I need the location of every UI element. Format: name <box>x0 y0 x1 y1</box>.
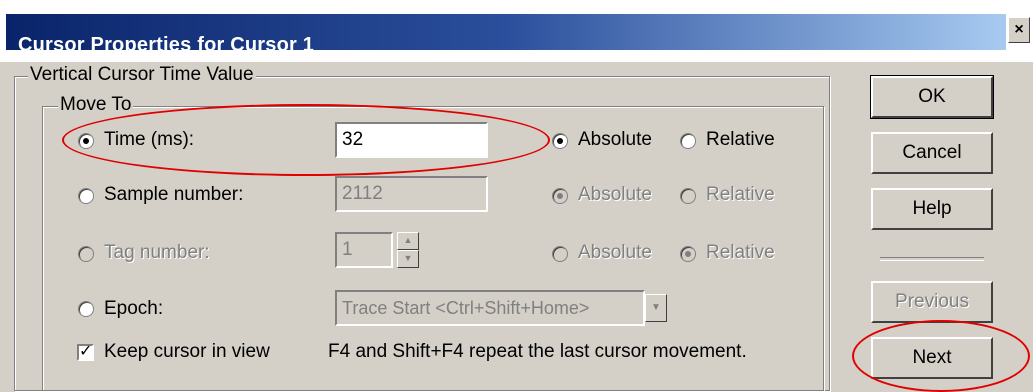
tag-label: Tag number: <box>104 242 210 263</box>
button-separator <box>880 257 984 261</box>
time-input[interactable]: 32 <box>335 122 488 158</box>
sample-radio[interactable] <box>78 188 94 204</box>
time-radio[interactable] <box>78 133 94 149</box>
window-title-bar[interactable]: Cursor Properties for Cursor 1 <box>6 14 1006 56</box>
title-bar-area: Cursor Properties for Cursor 1 × <box>0 0 1033 62</box>
tag-absolute-radio[interactable] <box>552 246 568 262</box>
epoch-label: Epoch: <box>104 298 164 319</box>
tag-absolute-label: Absolute <box>578 242 652 263</box>
time-relative-label: Relative <box>706 129 775 150</box>
sample-absolute-radio[interactable] <box>552 188 568 204</box>
tag-relative-radio[interactable] <box>680 246 696 262</box>
close-button[interactable]: × <box>1008 17 1030 43</box>
spin-down-icon[interactable]: ▼ <box>397 250 419 268</box>
sample-relative-radio[interactable] <box>680 188 696 204</box>
sample-label: Sample number: <box>104 184 244 205</box>
epoch-radio[interactable] <box>78 301 94 317</box>
move-to-legend: Move To <box>58 94 134 116</box>
previous-button[interactable]: Previous <box>871 281 993 323</box>
dialog-body: Vertical Cursor Time Value Move To Time … <box>0 62 1033 392</box>
tag-input[interactable]: 1 <box>335 232 393 268</box>
time-absolute-label: Absolute <box>578 129 652 150</box>
ok-button[interactable]: OK <box>870 75 994 119</box>
sample-relative-label: Relative <box>706 184 775 205</box>
time-absolute-radio[interactable] <box>552 133 568 149</box>
help-button[interactable]: Help <box>871 188 993 230</box>
checkmark-icon: ✓ <box>79 343 93 360</box>
epoch-select[interactable]: Trace Start <Ctrl+Shift+Home> <box>335 290 645 326</box>
keep-cursor-checkbox[interactable]: ✓ <box>77 344 94 361</box>
next-button[interactable]: Next <box>871 337 993 379</box>
spin-up-icon[interactable]: ▲ <box>397 232 419 250</box>
window-title: Cursor Properties for Cursor 1 <box>18 34 315 56</box>
time-label: Time (ms): <box>104 129 195 150</box>
tag-spinner[interactable]: ▲ ▼ <box>397 232 419 268</box>
time-relative-radio[interactable] <box>680 133 696 149</box>
tag-relative-label: Relative <box>706 242 775 263</box>
cancel-button[interactable]: Cancel <box>871 132 993 174</box>
sample-input[interactable]: 2112 <box>335 176 488 212</box>
chevron-down-icon[interactable]: ▼ <box>645 294 667 322</box>
hint-text: F4 and Shift+F4 repeat the last cursor m… <box>328 341 747 362</box>
close-icon: × <box>1014 21 1024 38</box>
keep-cursor-label: Keep cursor in view <box>104 341 270 362</box>
sample-absolute-label: Absolute <box>578 184 652 205</box>
tag-radio[interactable] <box>78 246 94 262</box>
vertical-cursor-time-legend: Vertical Cursor Time Value <box>28 64 256 86</box>
